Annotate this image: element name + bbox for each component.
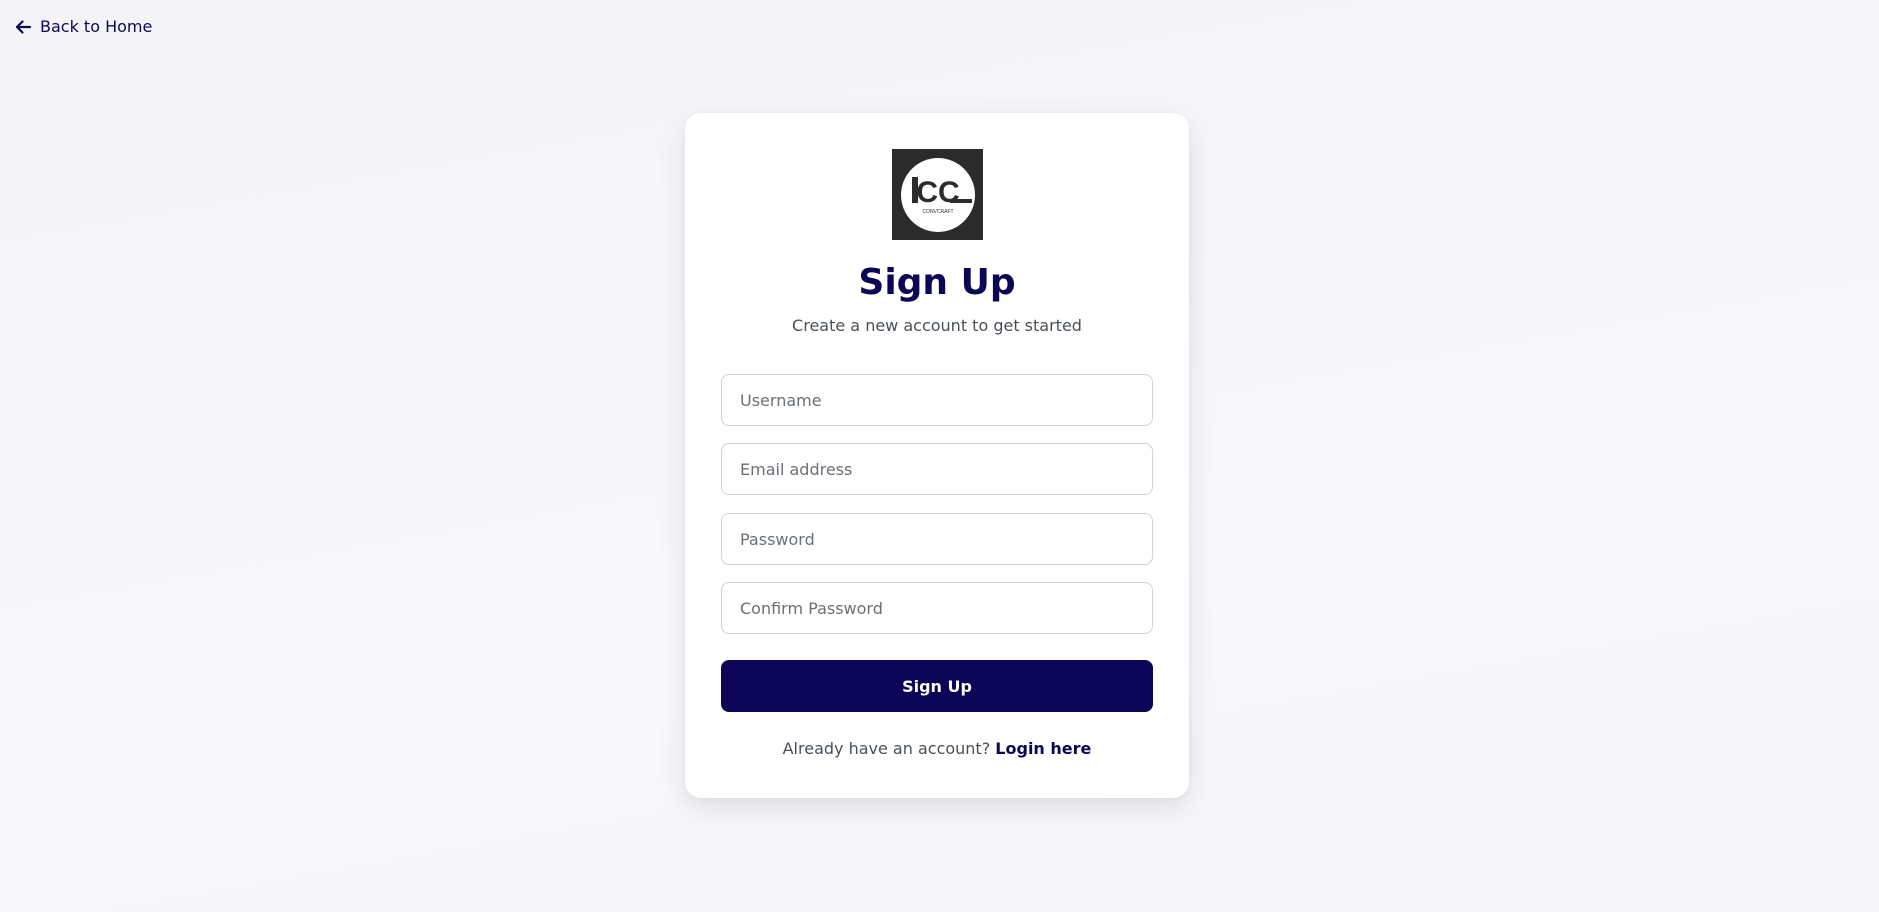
page-title: Sign Up bbox=[858, 262, 1016, 303]
username-input[interactable] bbox=[721, 374, 1153, 426]
logo-letters: CC bbox=[916, 176, 959, 209]
brand-logo: CC CONVCRAFT bbox=[892, 149, 983, 240]
back-to-home-link[interactable]: Back to Home bbox=[14, 17, 152, 36]
login-link[interactable]: Login here bbox=[995, 739, 1091, 758]
logo-tagline: CONVCRAFT bbox=[922, 209, 953, 215]
confirm-password-input[interactable] bbox=[721, 582, 1153, 634]
page-subtitle: Create a new account to get started bbox=[792, 316, 1082, 335]
back-to-home-label: Back to Home bbox=[40, 17, 153, 36]
password-input[interactable] bbox=[721, 513, 1153, 565]
sign-up-button[interactable]: Sign Up bbox=[721, 660, 1153, 712]
login-prompt-text: Already have an account? bbox=[782, 739, 991, 758]
arrow-left-icon bbox=[14, 18, 32, 36]
login-prompt: Already have an account? Login here bbox=[685, 739, 1189, 758]
signup-card: CC CONVCRAFT Sign Up Create a new accoun… bbox=[685, 113, 1189, 798]
email-input[interactable] bbox=[721, 443, 1153, 495]
